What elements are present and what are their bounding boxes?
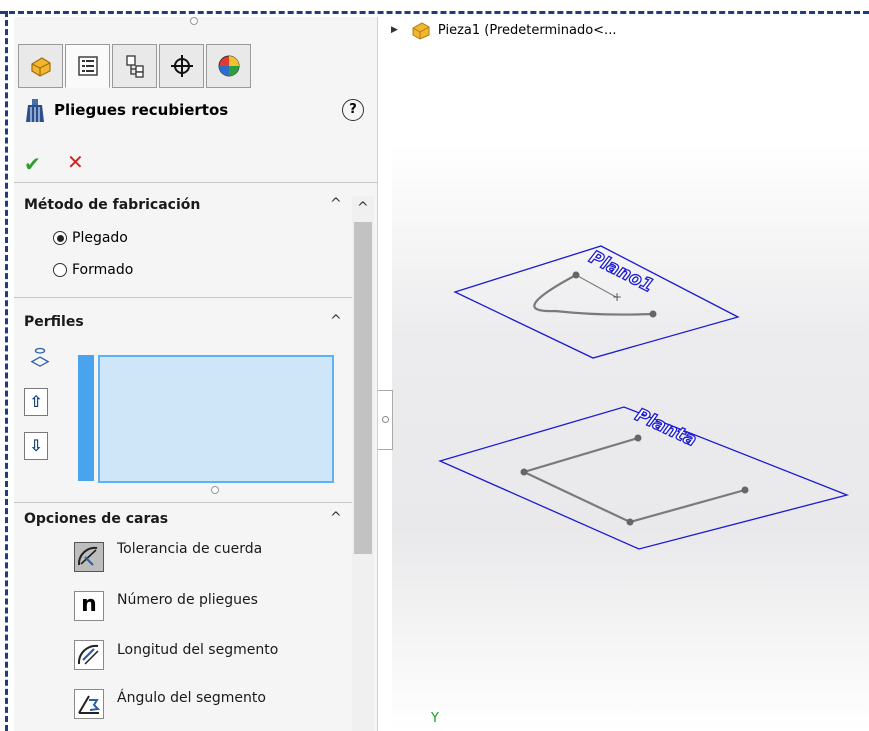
expand-arrow-icon[interactable]: ▶ [391, 25, 398, 35]
axis-y-label: Y [431, 711, 439, 726]
cancel-button[interactable]: ✕ [67, 150, 84, 174]
tab-feature-manager[interactable] [18, 44, 63, 88]
segment-length-icon [77, 644, 99, 665]
help-icon[interactable]: ? [342, 99, 364, 121]
tab-dimxpert-manager[interactable] [159, 44, 204, 88]
tab-display-manager[interactable] [206, 44, 251, 88]
tab-configuration-manager[interactable] [112, 44, 157, 88]
face-option-label: Ángulo del segmento [117, 690, 266, 706]
listbox-resize-grip[interactable] [211, 486, 219, 494]
sketch-point [626, 518, 634, 526]
configuration-icon [125, 55, 144, 78]
part-cube-icon [30, 57, 51, 77]
sketch-point [572, 271, 580, 279]
radio-label: Plegado [72, 230, 128, 246]
selection-border-left [5, 11, 8, 731]
sketch-center-mark: + [612, 290, 622, 304]
face-option-label: Tolerancia de cuerda [117, 541, 263, 557]
scroll-up-icon[interactable]: ^ [357, 200, 369, 216]
plane-planta-label: Planta [632, 404, 700, 451]
radio-label: Formado [72, 262, 134, 278]
collapse-chevron-icon[interactable]: ^ [330, 313, 342, 329]
scrollbar-thumb[interactable] [354, 222, 372, 554]
collapse-chevron-icon[interactable]: ^ [330, 510, 342, 526]
move-down-button[interactable]: ⇩ [24, 432, 48, 460]
sketch-polyline [520, 436, 746, 524]
segment-angle-icon [78, 695, 101, 714]
radio-selected-icon [53, 231, 67, 245]
feature-tree-flyout[interactable]: ▶ Pieza1 (Predeterminado<... [391, 20, 616, 40]
viewport-drawing: Plano1 + Planta [438, 245, 850, 550]
lofted-bend-icon [26, 99, 44, 122]
radio-formado[interactable]: Formado [53, 262, 133, 278]
segment-angle-button[interactable] [74, 689, 104, 719]
sketch-point [634, 434, 642, 442]
sketch-point [649, 310, 657, 318]
crosshair-icon [170, 55, 193, 77]
part-icon [412, 22, 430, 40]
panel-resize-grip[interactable] [190, 17, 198, 25]
sketch-point [741, 486, 749, 494]
property-manager-header: Pliegues recubiertos ? [22, 96, 372, 126]
window-top-edge [0, 0, 869, 17]
selection-border-top [0, 11, 869, 14]
move-up-button[interactable]: ⇧ [24, 388, 48, 416]
section-title-method[interactable]: Método de fabricación [24, 197, 200, 213]
chord-tolerance-button[interactable] [74, 542, 104, 572]
page-title: Pliegues recubiertos [54, 101, 229, 119]
radio-unselected-icon [53, 263, 67, 277]
section-title-profiles[interactable]: Perfiles [24, 314, 84, 330]
segment-length-button[interactable] [74, 640, 104, 670]
profile-sketch-icon [30, 347, 50, 367]
manager-tabs [18, 44, 253, 88]
number-of-bends-button[interactable]: n [74, 591, 104, 621]
ok-button[interactable]: ✔ [24, 152, 41, 176]
number-of-bends-icon: n [81, 592, 97, 617]
divider [14, 502, 352, 503]
face-option-label: Longitud del segmento [117, 642, 279, 658]
splitter-grip[interactable] [382, 416, 389, 423]
radio-plegado[interactable]: Plegado [53, 230, 128, 246]
divider [14, 297, 352, 298]
face-option-label: Número de pliegues [117, 592, 258, 608]
collapse-chevron-icon[interactable]: ^ [330, 196, 342, 212]
sketch-centerline [575, 274, 617, 298]
tree-item-label[interactable]: Pieza1 (Predeterminado<... [438, 23, 617, 38]
tab-property-manager[interactable] [65, 44, 110, 88]
appearance-sphere-icon [218, 55, 239, 77]
property-manager-panel: Pliegues recubiertos ? ✔ ✕ ^ Método de f… [14, 14, 378, 731]
sketch-point [520, 468, 528, 476]
section-title-face-options[interactable]: Opciones de caras [24, 511, 168, 527]
chord-tolerance-icon [77, 546, 98, 566]
selection-focus-bar [78, 355, 94, 481]
profiles-selection-box[interactable] [98, 355, 334, 483]
property-list-icon [77, 56, 98, 76]
divider [14, 182, 377, 183]
